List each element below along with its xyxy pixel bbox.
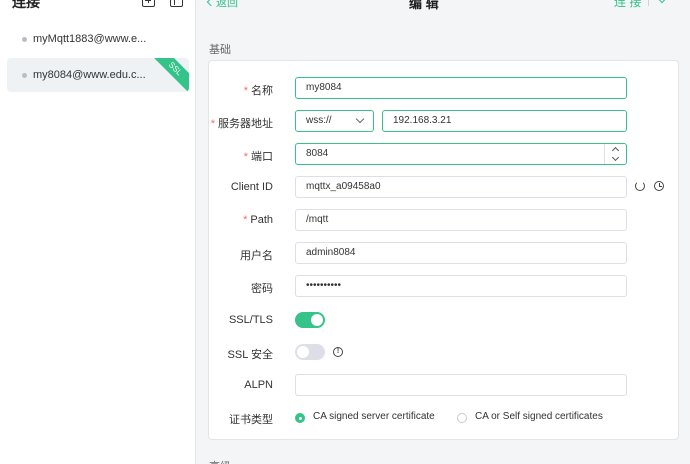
sidebar: 连接 myMqtt1883@www.e... my8084@www.edu.c.…	[0, 0, 196, 464]
port-stepper[interactable]	[604, 144, 626, 164]
page-title: 编 辑	[409, 0, 439, 11]
connection-item-selected[interactable]: my8084@www.edu.c... SSL	[7, 58, 189, 92]
password-label: 密码	[251, 283, 273, 295]
client-id-label: Client ID	[230, 181, 273, 193]
topbar: 返回 编 辑 连 接	[196, 0, 690, 12]
connection-item[interactable]: myMqtt1883@www.e...	[7, 22, 189, 56]
toggle-knob	[297, 346, 309, 358]
ssl-tls-toggle[interactable]	[295, 312, 325, 328]
port-value: 8084	[306, 148, 329, 159]
ssl-badge: SSL	[150, 58, 189, 92]
connection-name: my8084@www.edu.c...	[33, 69, 146, 81]
ssl-tls-label: SSL/TLS	[228, 314, 273, 326]
cert-type-label: 证书类型	[229, 414, 273, 426]
section-label-advanced: 高级	[209, 458, 231, 464]
cert-type-radio-ca-signed[interactable]	[295, 413, 305, 423]
port-input[interactable]: 8084	[295, 143, 627, 165]
ssl-secure-label: SSL 安全	[227, 349, 273, 361]
refresh-icon[interactable]	[635, 181, 645, 191]
status-dot	[22, 73, 27, 78]
chevron-down-icon[interactable]	[657, 0, 667, 4]
username-input[interactable]: admin8084	[295, 242, 627, 264]
client-id-input[interactable]: mqttx_a09458a0	[295, 176, 627, 198]
chevron-down-icon[interactable]	[611, 153, 620, 162]
connect-button[interactable]: 连 接	[614, 0, 641, 10]
alpn-input[interactable]	[295, 374, 627, 396]
back-button[interactable]: 返回	[206, 0, 238, 10]
cert-type-option-self-signed[interactable]: CA or Self signed certificates	[475, 411, 603, 422]
port-label: * 端口	[243, 151, 273, 163]
divider	[648, 0, 649, 6]
host-input[interactable]: 192.168.3.21	[382, 110, 627, 132]
toggle-knob	[311, 314, 323, 326]
protocol-select[interactable]: wss://	[295, 110, 374, 132]
section-label-basic: 基础	[209, 44, 231, 56]
add-connection-icon[interactable]	[142, 0, 155, 7]
sidebar-title: 连接	[12, 0, 40, 10]
layout-icon[interactable]	[170, 0, 183, 7]
alpn-label: ALPN	[244, 379, 273, 391]
ssl-secure-toggle[interactable]	[295, 344, 325, 360]
username-label: 用户名	[240, 250, 273, 262]
sidebar-header: 连接	[12, 0, 188, 14]
basic-form-card: * 名称 my8084 * 服务器地址 wss:// 192.168.3.21 * 端…	[208, 60, 679, 440]
name-input[interactable]: my8084	[295, 77, 627, 99]
password-input[interactable]: ••••••••••	[295, 275, 627, 297]
host-label: * 服务器地址	[210, 118, 273, 130]
name-label: * 名称	[243, 85, 273, 97]
chevron-left-icon	[206, 0, 216, 7]
path-label: * Path	[243, 214, 273, 226]
cert-type-radio-self-signed[interactable]	[457, 413, 467, 423]
back-label: 返回	[216, 0, 238, 9]
cert-type-option-ca-signed[interactable]: CA signed server certificate	[313, 411, 435, 422]
status-dot	[22, 37, 27, 42]
chevron-down-icon	[355, 114, 365, 124]
connection-name: myMqtt1883@www.e...	[33, 33, 147, 45]
info-icon[interactable]: !	[333, 347, 343, 357]
clock-icon[interactable]	[654, 181, 664, 191]
path-input[interactable]: /mqtt	[295, 209, 627, 231]
